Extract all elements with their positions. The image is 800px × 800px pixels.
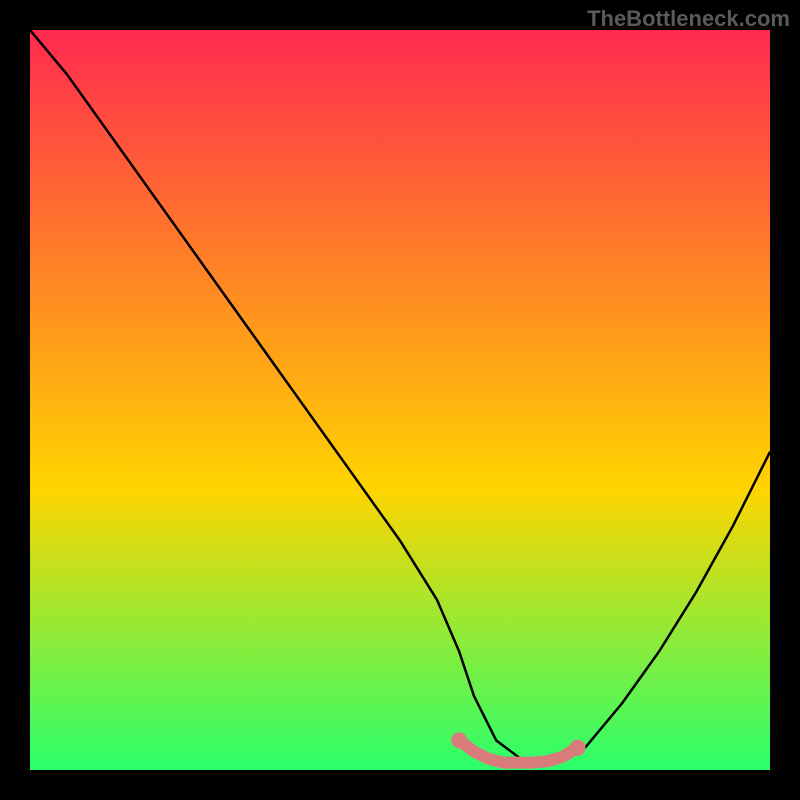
chart-background [30,30,770,770]
marker-dot-right [570,740,586,756]
watermark-text: TheBottleneck.com [587,6,790,32]
marker-dot-left [451,732,467,748]
chart-container [30,30,770,770]
chart-svg [30,30,770,770]
